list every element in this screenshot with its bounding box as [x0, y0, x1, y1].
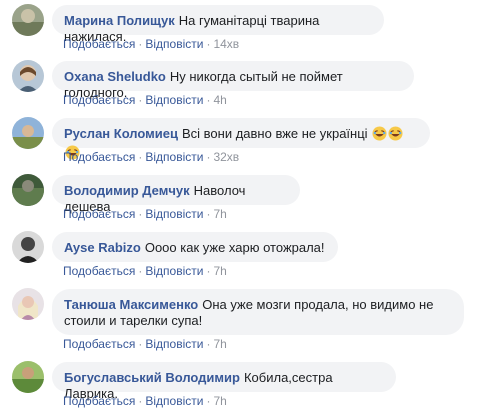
comment-bubble: Володимир Демчук Наволоч дешева [52, 175, 300, 214]
comment-timestamp[interactable]: 14хв [213, 37, 239, 51]
like-button[interactable]: Подобається [63, 264, 135, 278]
like-button[interactable]: Подобається [63, 394, 135, 408]
comment-author[interactable]: Танюша Максименко [64, 297, 198, 312]
comment-bubble: Oxana Sheludko Ну никогда сытый не поймет… [52, 61, 414, 100]
separator-dot: · [138, 93, 143, 107]
avatar[interactable] [12, 60, 44, 92]
separator-dot: · [206, 394, 211, 408]
comment-actions: Подобається · Відповісти · 7h [63, 394, 227, 408]
separator-dot: · [138, 394, 143, 408]
avatar[interactable] [12, 4, 44, 36]
avatar[interactable] [12, 361, 44, 393]
separator-dot: · [138, 150, 143, 164]
separator-dot: · [206, 207, 211, 221]
laughing-emoji-icon [388, 126, 403, 145]
separator-dot: · [138, 37, 143, 51]
comment-bubble: Танюша Максименко Она уже мозги продала, … [52, 289, 464, 335]
comment-author[interactable]: Ayse Rabizo [64, 240, 141, 255]
comment-timestamp[interactable]: 4h [213, 93, 226, 107]
comment-bubble: Руслан Коломиец Всі вони давно вже не укр… [52, 118, 430, 160]
comment-actions: Подобається · Відповісти · 14хв [63, 37, 239, 51]
comment-bubble: Ayse Rabizo Оооо как уже харю отожрала! [52, 232, 338, 262]
comment-author[interactable]: Oxana Sheludko [64, 69, 166, 84]
comment-timestamp[interactable]: 7h [213, 394, 226, 408]
separator-dot: · [138, 264, 143, 278]
like-button[interactable]: Подобається [63, 150, 135, 164]
separator-dot: · [138, 337, 143, 351]
comment-timestamp[interactable]: 7h [213, 337, 226, 351]
laughing-emoji-icon [372, 126, 387, 145]
comment-text-line2: стоили и тарелки супа! [64, 313, 203, 328]
reply-button[interactable]: Відповісти [145, 150, 203, 164]
avatar[interactable] [12, 288, 44, 320]
comment-actions: Подобається · Відповісти · 4h [63, 93, 227, 107]
comment-list: Марина Полищук На гуманітарці тварина наж… [0, 0, 493, 415]
comment-timestamp[interactable]: 7h [213, 207, 226, 221]
separator-dot: · [206, 337, 211, 351]
reply-button[interactable]: Відповісти [145, 394, 203, 408]
reply-button[interactable]: Відповісти [145, 207, 203, 221]
comment-author[interactable]: Марина Полищук [64, 13, 175, 28]
comment-text-line1: Она уже мозги продала, но видимо не [202, 297, 434, 312]
separator-dot: · [206, 37, 211, 51]
comment-actions: Подобається · Відповісти · 7h [63, 207, 227, 221]
comment-timestamp[interactable]: 7h [213, 264, 226, 278]
comment-actions: Подобається · Відповісти · 7h [63, 337, 227, 351]
like-button[interactable]: Подобається [63, 93, 135, 107]
avatar[interactable] [12, 231, 44, 263]
comment-bubble: Богуславський Володимир Кобила,сестра Лав… [52, 362, 396, 401]
separator-dot: · [138, 207, 143, 221]
separator-dot: · [206, 150, 211, 164]
comment-actions: Подобається · Відповісти · 7h [63, 264, 227, 278]
comment-text: Всі вони давно вже не українці [182, 126, 368, 141]
reply-button[interactable]: Відповісти [145, 93, 203, 107]
comment-author[interactable]: Руслан Коломиец [64, 126, 178, 141]
like-button[interactable]: Подобається [63, 207, 135, 221]
comment-bubble: Марина Полищук На гуманітарці тварина наж… [52, 5, 384, 44]
comment-actions: Подобається · Відповісти · 32хв [63, 150, 239, 164]
comment-author[interactable]: Володимир Демчук [64, 183, 190, 198]
comment-timestamp[interactable]: 32хв [213, 150, 239, 164]
avatar[interactable] [12, 117, 44, 149]
like-button[interactable]: Подобається [63, 337, 135, 351]
separator-dot: · [206, 93, 211, 107]
avatar[interactable] [12, 174, 44, 206]
reply-button[interactable]: Відповісти [145, 337, 203, 351]
like-button[interactable]: Подобається [63, 37, 135, 51]
comment-author[interactable]: Богуславський Володимир [64, 370, 240, 385]
comment-text: Оооо как уже харю отожрала! [144, 240, 325, 255]
reply-button[interactable]: Відповісти [145, 37, 203, 51]
separator-dot: · [206, 264, 211, 278]
reply-button[interactable]: Відповісти [145, 264, 203, 278]
